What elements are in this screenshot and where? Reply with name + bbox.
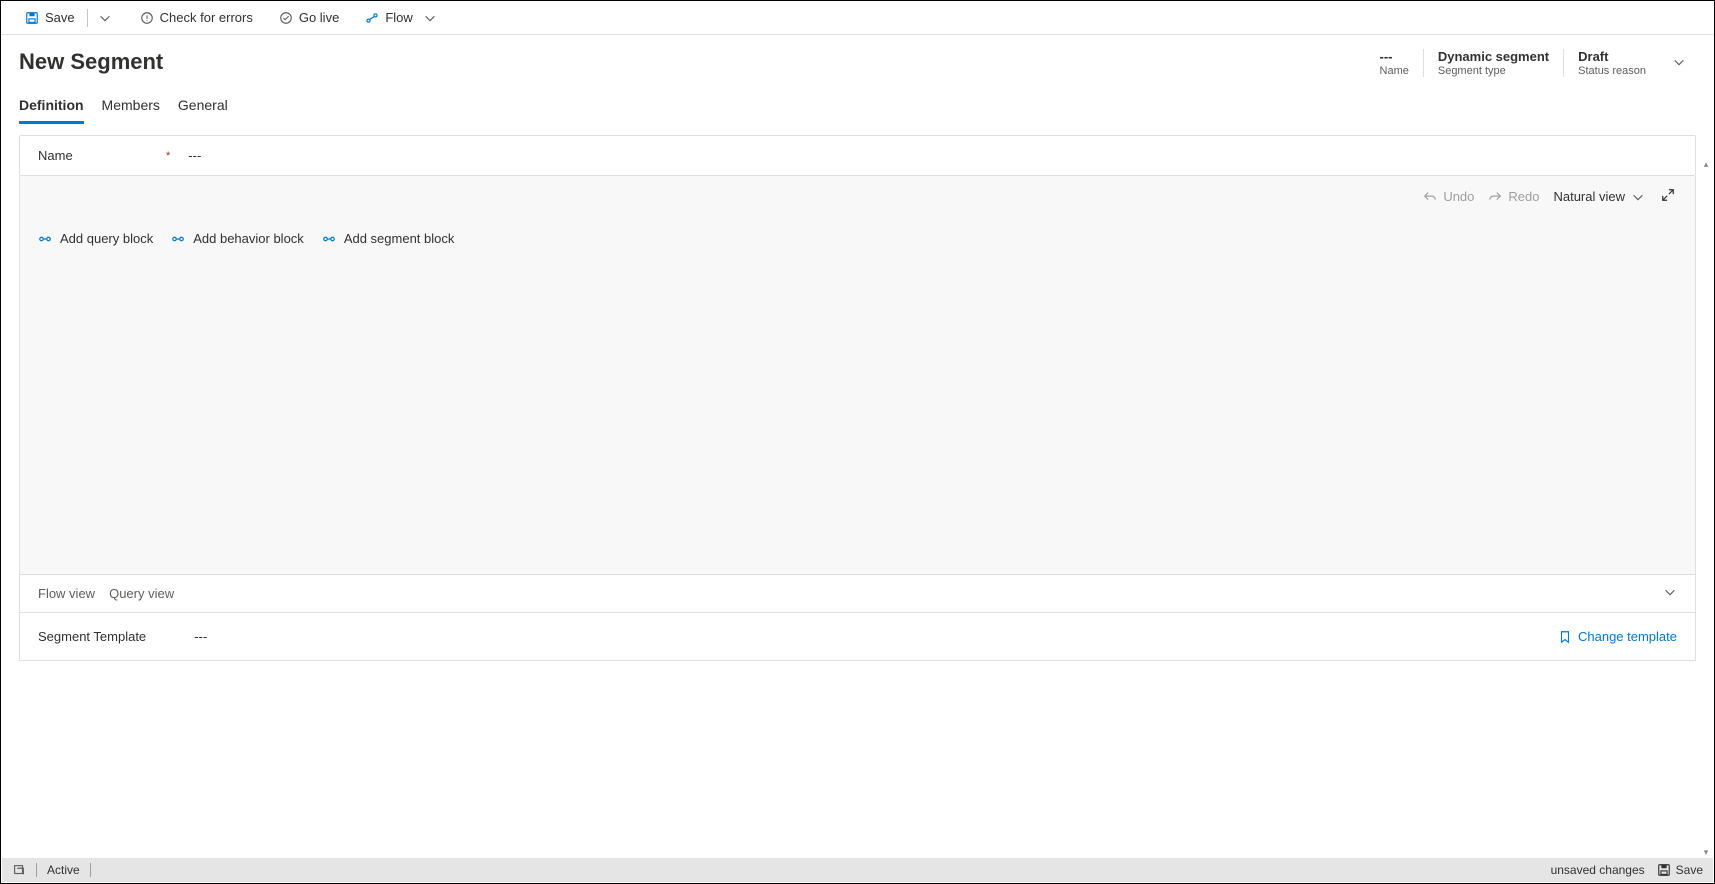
command-bar: Save Check for errors Go live Flow bbox=[1, 1, 1714, 35]
save-label: Save bbox=[45, 10, 75, 25]
status-bar-right: unsaved changes Save bbox=[1551, 863, 1703, 877]
query-view-link[interactable]: Query view bbox=[109, 586, 174, 601]
save-icon bbox=[1657, 863, 1671, 877]
view-mode-dropdown[interactable]: Natural view bbox=[1553, 189, 1645, 204]
tab-general[interactable]: General bbox=[178, 97, 228, 124]
scroll-up-icon[interactable]: ▴ bbox=[1699, 157, 1713, 171]
chevron-down-icon bbox=[1663, 585, 1677, 599]
scrollbar[interactable]: ▴ ▾ bbox=[1699, 157, 1713, 859]
save-options-button[interactable] bbox=[92, 7, 118, 29]
statusbar-separator bbox=[90, 863, 91, 877]
redo-icon bbox=[1488, 190, 1502, 204]
header-field-label: Name bbox=[1380, 65, 1409, 77]
header-field-label: Segment type bbox=[1438, 65, 1549, 77]
page-title: New Segment bbox=[19, 49, 163, 75]
header-field-value: Draft bbox=[1578, 49, 1646, 64]
tab-definition[interactable]: Definition bbox=[19, 97, 84, 124]
statusbar-separator bbox=[36, 863, 37, 877]
toolbar-separator bbox=[87, 9, 88, 27]
check-errors-button[interactable]: Check for errors bbox=[132, 6, 261, 29]
status-bar: Active unsaved changes Save bbox=[2, 858, 1713, 882]
expand-icon bbox=[1661, 188, 1675, 202]
record-header: New Segment --- Name Dynamic segment Seg… bbox=[1, 35, 1714, 77]
fullscreen-button[interactable] bbox=[1659, 186, 1677, 207]
add-query-block-label: Add query block bbox=[60, 231, 153, 246]
flow-label: Flow bbox=[385, 10, 412, 25]
add-segment-block-button[interactable]: Add segment block bbox=[322, 231, 455, 246]
flow-icon bbox=[365, 11, 379, 25]
header-field-name[interactable]: --- Name bbox=[1366, 49, 1423, 77]
status-bar-left: Active bbox=[12, 863, 91, 877]
check-errors-label: Check for errors bbox=[160, 10, 253, 25]
statusbar-save-button[interactable]: Save bbox=[1657, 863, 1703, 877]
chevron-down-icon bbox=[1672, 55, 1686, 69]
header-expand-button[interactable] bbox=[1660, 55, 1694, 72]
add-behavior-block-label: Add behavior block bbox=[193, 231, 304, 246]
template-label: Segment Template bbox=[38, 629, 146, 644]
popout-icon[interactable] bbox=[12, 863, 26, 877]
add-query-block-button[interactable]: Add query block bbox=[38, 231, 153, 246]
chevron-down-icon bbox=[1631, 190, 1645, 204]
undo-button[interactable]: Undo bbox=[1423, 189, 1474, 204]
name-field-value[interactable]: --- bbox=[188, 148, 201, 163]
template-left: Segment Template --- bbox=[38, 629, 207, 644]
header-field-value: --- bbox=[1380, 49, 1409, 64]
save-icon bbox=[25, 11, 39, 25]
template-value[interactable]: --- bbox=[194, 629, 207, 644]
flow-view-link[interactable]: Flow view bbox=[38, 586, 95, 601]
segment-designer: Undo Redo Natural view Add query block A… bbox=[19, 176, 1696, 574]
go-live-label: Go live bbox=[299, 10, 339, 25]
undo-label: Undo bbox=[1443, 189, 1474, 204]
header-field-segment-type[interactable]: Dynamic segment Segment type bbox=[1423, 49, 1563, 77]
add-behavior-block-button[interactable]: Add behavior block bbox=[171, 231, 304, 246]
statusbar-save-label: Save bbox=[1676, 863, 1703, 877]
go-live-icon bbox=[279, 11, 293, 25]
required-indicator: * bbox=[166, 150, 170, 162]
views-row: Flow view Query view bbox=[19, 574, 1696, 613]
scroll-down-icon[interactable]: ▾ bbox=[1699, 845, 1713, 859]
tabs: Definition Members General bbox=[1, 77, 1714, 125]
change-template-button[interactable]: Change template bbox=[1558, 629, 1677, 644]
view-mode-label: Natural view bbox=[1553, 189, 1625, 204]
flow-add-icon bbox=[322, 232, 336, 246]
chevron-down-icon bbox=[423, 11, 437, 25]
header-field-status-reason[interactable]: Draft Status reason bbox=[1563, 49, 1660, 77]
add-block-buttons: Add query block Add behavior block Add s… bbox=[20, 213, 1695, 264]
views-collapse-button[interactable] bbox=[1663, 585, 1677, 602]
template-row: Segment Template --- Change template bbox=[19, 613, 1696, 661]
flow-add-icon bbox=[171, 232, 185, 246]
views-links: Flow view Query view bbox=[38, 586, 174, 601]
change-template-label: Change template bbox=[1578, 629, 1677, 644]
redo-label: Redo bbox=[1508, 189, 1539, 204]
add-segment-block-label: Add segment block bbox=[344, 231, 455, 246]
designer-toolbar: Undo Redo Natural view bbox=[20, 176, 1695, 213]
header-fields: --- Name Dynamic segment Segment type Dr… bbox=[1366, 49, 1694, 77]
status-text: Active bbox=[47, 863, 80, 877]
main-content: Name * --- Undo Redo Natural view bbox=[1, 125, 1714, 661]
template-icon bbox=[1558, 630, 1572, 644]
name-field-row: Name * --- bbox=[19, 135, 1696, 176]
header-field-value: Dynamic segment bbox=[1438, 49, 1549, 64]
name-field-label: Name bbox=[38, 148, 168, 163]
undo-icon bbox=[1423, 190, 1437, 204]
save-button[interactable]: Save bbox=[17, 6, 83, 29]
flow-add-icon bbox=[38, 232, 52, 246]
flow-button[interactable]: Flow bbox=[357, 6, 444, 29]
tab-members[interactable]: Members bbox=[102, 97, 160, 124]
unsaved-changes-text: unsaved changes bbox=[1551, 863, 1645, 877]
header-field-label: Status reason bbox=[1578, 65, 1646, 77]
error-info-icon bbox=[140, 11, 154, 25]
chevron-down-icon bbox=[98, 11, 112, 25]
redo-button[interactable]: Redo bbox=[1488, 189, 1539, 204]
go-live-button[interactable]: Go live bbox=[271, 6, 347, 29]
